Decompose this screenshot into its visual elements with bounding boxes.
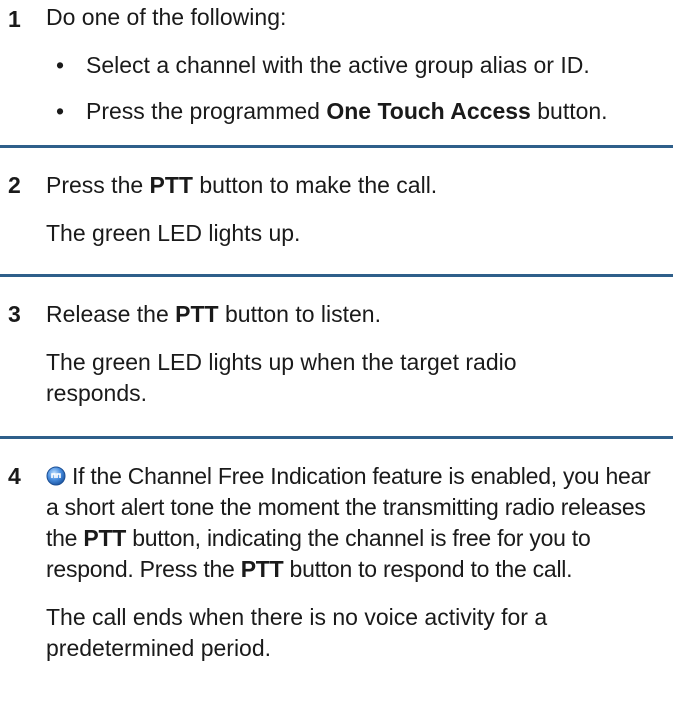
step-text-post: button to make the call.	[193, 172, 438, 198]
list-item: • Press the programmed One Touch Access …	[46, 96, 669, 127]
step-result: The call ends when there is no voice act…	[46, 604, 548, 661]
step-text-pre: Press the	[46, 172, 150, 198]
bullet: •	[56, 98, 65, 124]
step-2: 2 Press the PTT button to make the call.…	[0, 148, 673, 249]
option-list: • Select a channel with the active group…	[46, 50, 669, 127]
step-text-bold: PTT	[149, 172, 193, 198]
step-result: The green LED lights up when the target …	[46, 349, 517, 406]
step-number: 3	[8, 301, 21, 327]
list-item-post: button.	[530, 98, 608, 124]
step-number: 1	[8, 6, 21, 32]
step-text: Do one of the following:	[46, 4, 287, 30]
step-text-post: button to listen.	[218, 301, 381, 327]
step-3: 3 Release the PTT button to listen. The …	[0, 277, 673, 409]
list-item-pre: Press the programmed	[86, 98, 327, 124]
step-text: Press the PTT button to make the call.	[46, 170, 669, 201]
list-item-text: Select a channel with the active group a…	[86, 52, 590, 78]
step-1: 1 Do one of the following: • Select a ch…	[0, 2, 673, 127]
step-text-bold-2: PTT	[240, 556, 284, 582]
feature-indicator-icon	[46, 466, 66, 486]
step-result: The green LED lights up.	[46, 220, 301, 246]
step-text: If the Channel Free Indication feature i…	[46, 461, 669, 585]
step-text-bold-1: PTT	[83, 525, 127, 551]
step-number: 4	[8, 463, 21, 489]
bullet: •	[56, 52, 65, 78]
step-number: 2	[8, 172, 21, 198]
procedure-page: 1 Do one of the following: • Select a ch…	[0, 2, 673, 704]
step-4: 4 If the Channel Free Indication feature…	[0, 439, 673, 664]
list-item-bold: One Touch Access	[326, 98, 531, 124]
step-text-part-3: button to respond to the call.	[283, 556, 573, 582]
step-text-pre: Release the	[46, 301, 176, 327]
step-text: Release the PTT button to listen.	[46, 299, 669, 330]
list-item: • Select a channel with the active group…	[46, 50, 669, 81]
step-text-bold: PTT	[175, 301, 219, 327]
